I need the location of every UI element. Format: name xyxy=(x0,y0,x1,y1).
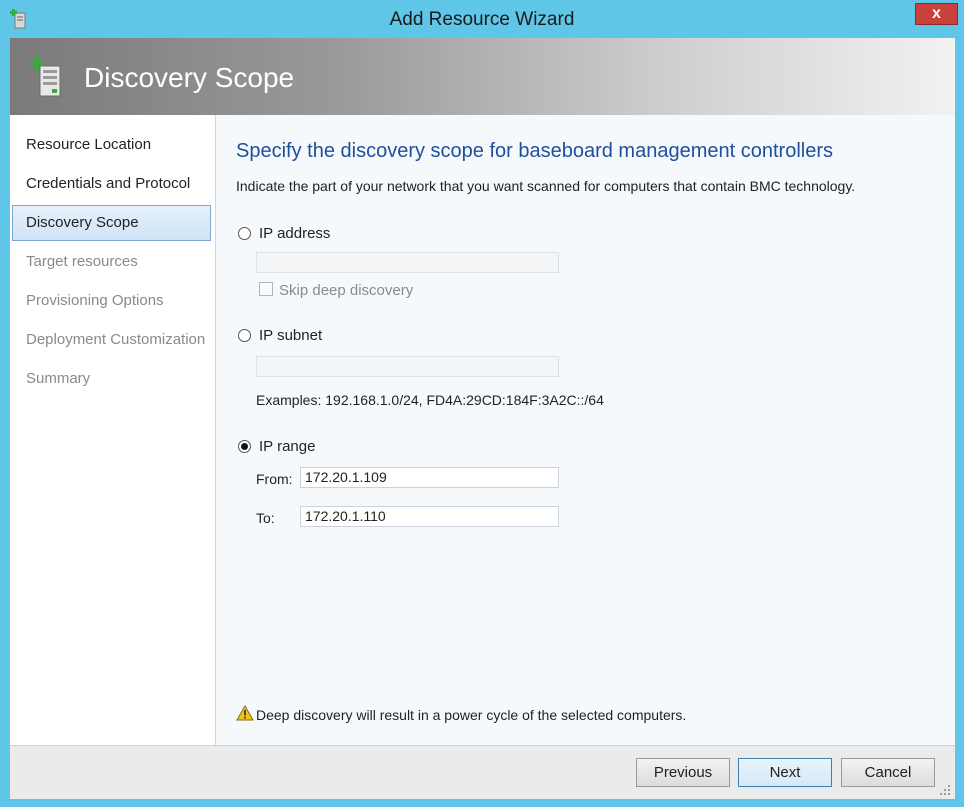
step-deployment-customization: Deployment Customization xyxy=(26,331,206,348)
step-summary: Summary xyxy=(26,370,91,387)
ip-address-input[interactable] xyxy=(256,252,559,273)
next-button[interactable]: Next xyxy=(738,758,832,787)
step-credentials-and-protocol[interactable]: Credentials and Protocol xyxy=(12,166,211,202)
previous-button[interactable]: Previous xyxy=(636,758,730,787)
wizard-steps-nav: Resource Location Credentials and Protoc… xyxy=(10,115,216,745)
title-bar[interactable]: Add Resource Wizard x xyxy=(0,0,964,38)
step-provisioning-options: Provisioning Options xyxy=(26,292,164,309)
range-to-input[interactable]: 172.20.1.110 xyxy=(300,506,559,527)
section-heading: Specify the discovery scope for baseboar… xyxy=(236,140,833,162)
range-to-label: To: xyxy=(256,510,275,526)
warning-message: Deep discovery will result in a power cy… xyxy=(256,707,687,723)
range-from-input[interactable]: 172.20.1.109 xyxy=(300,467,559,488)
step-resource-location[interactable]: Resource Location xyxy=(12,127,211,163)
main-content: Specify the discovery scope for baseboar… xyxy=(216,115,955,745)
ip-subnet-radio[interactable] xyxy=(238,329,251,342)
ip-range-label: IP range xyxy=(259,438,316,455)
ip-subnet-input[interactable] xyxy=(256,356,559,377)
wizard-window: Add Resource Wizard x Discovery Scope Re… xyxy=(0,0,964,807)
close-button[interactable]: x xyxy=(915,3,958,25)
page-title: Discovery Scope xyxy=(84,62,295,93)
wizard-frame: Discovery Scope Resource Location Creden… xyxy=(10,38,955,799)
server-add-icon xyxy=(30,56,61,97)
ip-subnet-label: IP subnet xyxy=(259,327,323,344)
step-target-resources: Target resources xyxy=(26,253,138,270)
range-from-label: From: xyxy=(256,471,293,487)
resize-grip-icon[interactable] xyxy=(939,784,951,796)
skip-deep-discovery-label: Skip deep discovery xyxy=(279,282,414,299)
wizard-footer: Previous Next Cancel xyxy=(10,745,955,799)
window-title: Add Resource Wizard xyxy=(389,9,575,30)
ip-subnet-examples: Examples: 192.168.1.0/24, FD4A:29CD:184F… xyxy=(256,392,604,408)
ip-address-label: IP address xyxy=(259,225,331,242)
ip-range-radio[interactable] xyxy=(238,440,251,453)
skip-deep-discovery-checkbox[interactable] xyxy=(259,282,273,296)
ip-address-radio[interactable] xyxy=(238,227,251,240)
warning-icon xyxy=(236,705,254,721)
section-description: Indicate the part of your network that y… xyxy=(236,178,856,194)
wizard-header: Discovery Scope xyxy=(10,38,955,115)
cancel-button[interactable]: Cancel xyxy=(841,758,935,787)
step-discovery-scope[interactable]: Discovery Scope xyxy=(12,205,211,241)
